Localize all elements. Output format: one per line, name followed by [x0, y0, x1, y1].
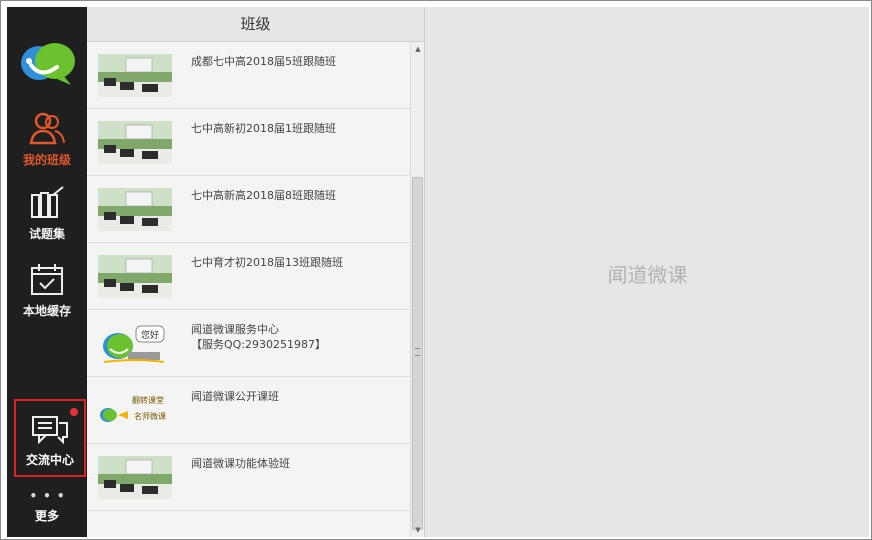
list-item[interactable]: 闻道微课功能体验班: [87, 444, 410, 511]
app-logo: [21, 43, 75, 85]
open-class-thumbnail: 翻转课堂 名师微课: [98, 389, 172, 432]
panel-title: 班级: [87, 7, 424, 42]
nav-label: 本地缓存: [22, 304, 71, 318]
class-name: 闻道微课服务中心: [191, 323, 279, 336]
classroom-thumbnail: [98, 188, 172, 231]
nav-question-set[interactable]: 试题集: [7, 185, 87, 242]
notification-dot: [70, 408, 78, 416]
app-window: 我的班级 试题集 本地缓存 交流中心 ••• 更多 班级 成都七中高2018届5…: [0, 0, 872, 540]
classroom-thumbnail: [98, 456, 172, 499]
list-item[interactable]: 七中育才初2018届13班跟随班: [87, 243, 410, 310]
nav-local-cache[interactable]: 本地缓存: [7, 262, 87, 319]
classroom-thumbnail: [98, 54, 172, 97]
nav-label: 更多: [34, 509, 59, 523]
list-item[interactable]: 七中高新高2018届8班跟随班: [87, 176, 410, 243]
class-list[interactable]: 成都七中高2018届5班跟随班 七中高新初2018届1班跟随班 七中高新高201…: [87, 42, 410, 537]
nav-label: 我的班级: [22, 153, 71, 167]
list-item[interactable]: 翻转课堂 名师微课 闻道微课公开课班: [87, 377, 410, 444]
nav-label: 试题集: [28, 227, 65, 241]
classroom-thumbnail: [98, 121, 172, 164]
nav-my-class[interactable]: 我的班级: [7, 111, 87, 168]
grip-icon: [415, 348, 420, 356]
service-center-thumbnail: 您好: [98, 322, 172, 365]
list-scrollbar[interactable]: ▲ ▼: [410, 42, 424, 537]
class-name: 七中高新初2018届1班跟随班: [191, 122, 336, 135]
scroll-down-arrow-icon[interactable]: ▼: [411, 525, 425, 535]
app-body: 我的班级 试题集 本地缓存 交流中心 ••• 更多 班级 成都七中高2018届5…: [7, 7, 869, 537]
greeting-text: 您好: [141, 329, 159, 341]
content-pane: 闻道微课: [424, 7, 869, 537]
scroll-up-arrow-icon[interactable]: ▲: [411, 44, 425, 54]
class-name: 七中育才初2018届13班跟随班: [191, 256, 343, 269]
open-class-tagline: 翻转课堂: [132, 395, 164, 405]
nav-label: 交流中心: [25, 453, 74, 467]
list-item[interactable]: 七中高新初2018届1班跟随班: [87, 109, 410, 176]
class-name: 七中高新高2018届8班跟随班: [191, 189, 336, 202]
empty-placeholder-text: 闻道微课: [607, 263, 688, 287]
list-item[interactable]: 您好 闻道微课服务中心 【服务QQ:2930251987】: [87, 310, 410, 377]
chat-icon: [32, 416, 68, 445]
class-name: 闻道微课公开课班: [191, 390, 279, 403]
nav-more[interactable]: ••• 更多: [7, 489, 87, 524]
books-icon: [31, 186, 64, 218]
classroom-thumbnail: [98, 255, 172, 298]
class-list-panel: 班级 成都七中高2018届5班跟随班 七中高新初2018届1班跟随班 七中高新高…: [87, 7, 424, 537]
class-name: 闻道微课功能体验班: [191, 457, 290, 470]
scrollbar-thumb[interactable]: [412, 177, 423, 530]
list-item[interactable]: 成都七中高2018届5班跟随班: [87, 42, 410, 109]
more-dots-icon: •••: [29, 489, 71, 503]
service-qq: 【服务QQ:2930251987】: [191, 338, 327, 351]
nav-message-center[interactable]: 交流中心: [14, 399, 86, 477]
users-icon: [29, 112, 65, 145]
open-class-tagline: 名师微课: [134, 411, 166, 421]
calendar-check-icon: [31, 264, 63, 295]
sidebar: 我的班级 试题集 本地缓存 交流中心 ••• 更多: [7, 7, 87, 537]
class-name: 成都七中高2018届5班跟随班: [191, 55, 336, 68]
